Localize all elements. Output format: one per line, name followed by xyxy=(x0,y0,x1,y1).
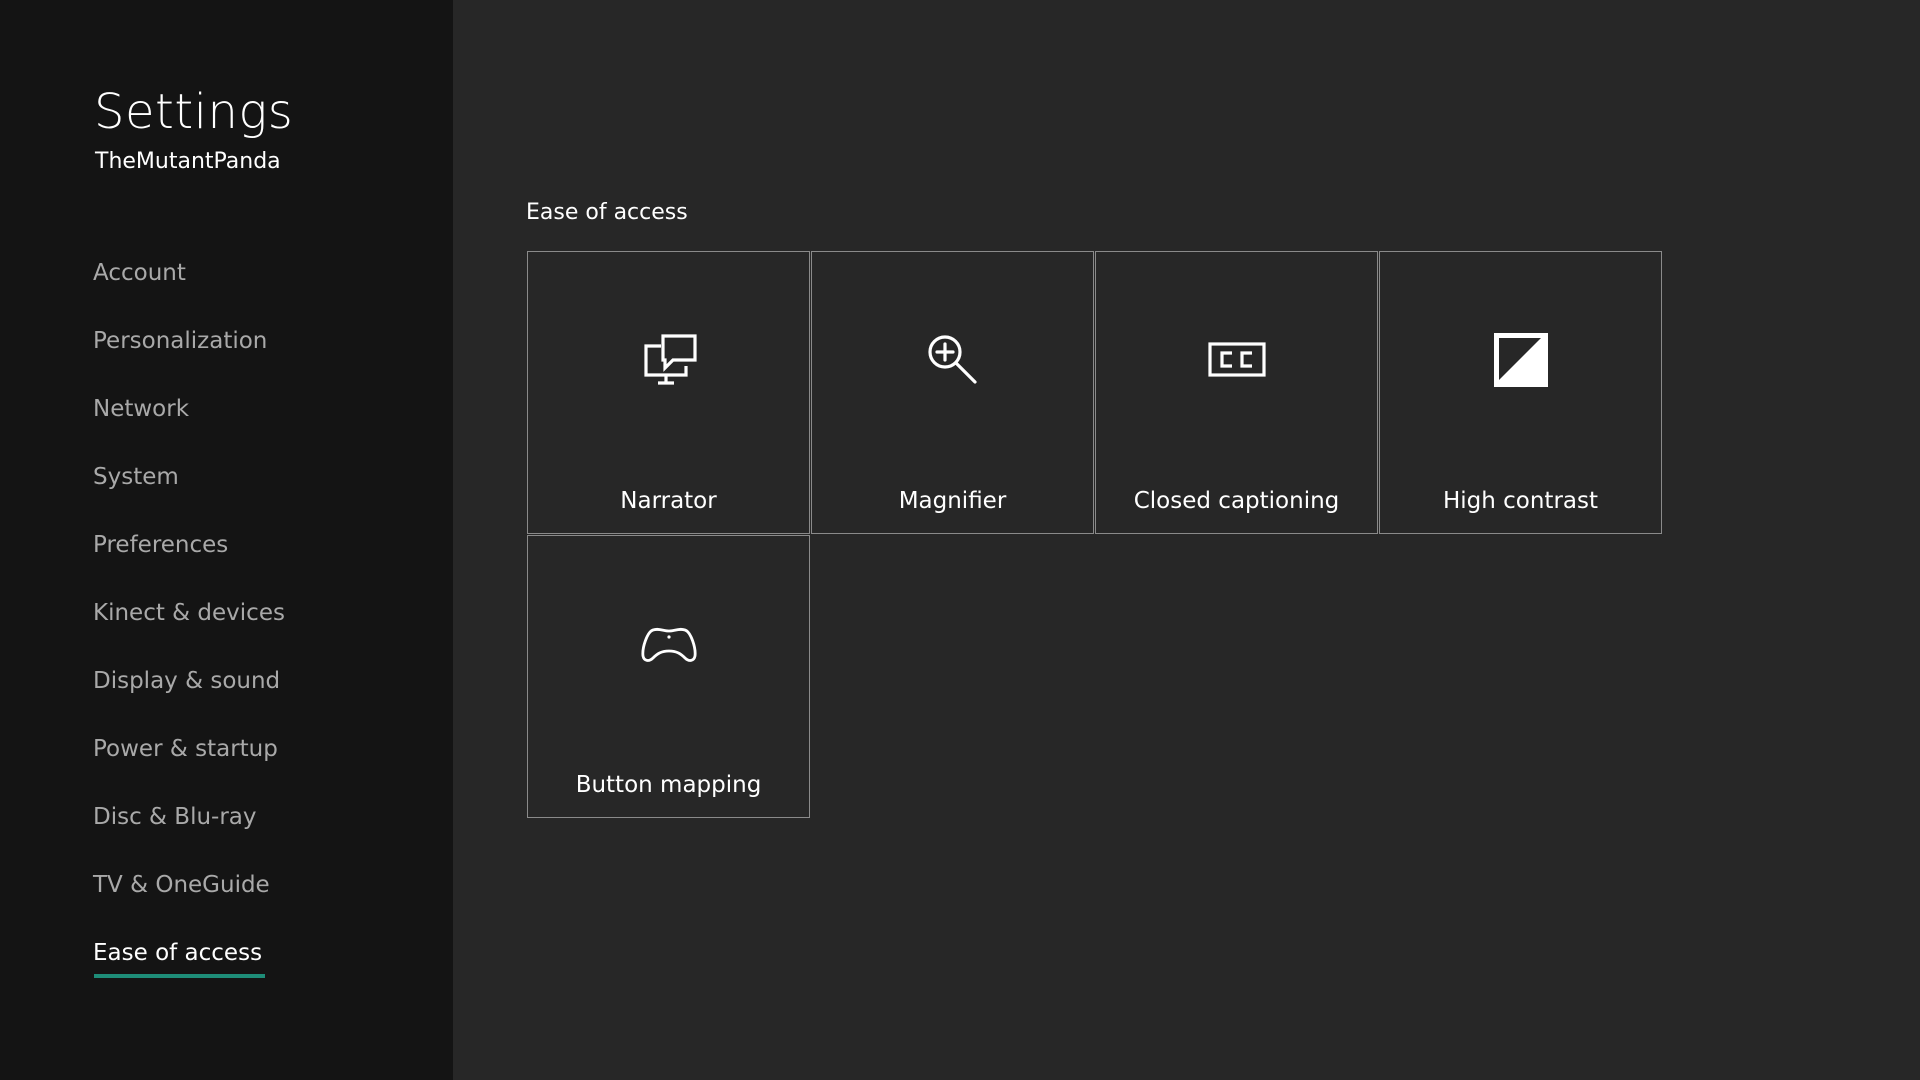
tile-label: Magnifier xyxy=(898,488,1007,514)
tile-label: Closed captioning xyxy=(1133,488,1340,514)
high-contrast-icon xyxy=(1491,330,1551,390)
tile-label: Narrator xyxy=(620,488,717,514)
sidebar-item-ease-of-access[interactable]: Ease of access xyxy=(93,936,285,1004)
narrator-icon xyxy=(639,330,699,390)
sidebar-item-label: Preferences xyxy=(93,532,229,558)
controller-icon xyxy=(639,614,699,674)
sidebar-item-label: Account xyxy=(93,260,186,286)
high-contrast-tile[interactable]: High contrast xyxy=(1379,251,1662,534)
sidebar-item-label: Personalization xyxy=(93,328,268,354)
sidebar-item-label: TV & OneGuide xyxy=(93,872,270,898)
sidebar-item-network[interactable]: Network xyxy=(93,392,285,460)
sidebar-item-label: System xyxy=(93,464,179,490)
sidebar-item-account[interactable]: Account xyxy=(93,256,285,324)
sidebar-item-label: Display & sound xyxy=(93,668,281,694)
sidebar-item-preferences[interactable]: Preferences xyxy=(93,528,285,596)
closed-captioning-icon xyxy=(1207,330,1267,390)
button-mapping-tile[interactable]: Button mapping xyxy=(527,535,810,818)
sidebar-item-power-startup[interactable]: Power & startup xyxy=(93,732,285,800)
sidebar: Settings TheMutantPanda Account Personal… xyxy=(0,0,453,1080)
sidebar-item-disc-bluray[interactable]: Disc & Blu-ray xyxy=(93,800,285,868)
section-heading: Ease of access xyxy=(526,200,688,225)
closed-captioning-tile[interactable]: Closed captioning xyxy=(1095,251,1378,534)
tile-label: High contrast xyxy=(1442,488,1599,514)
sidebar-item-label: Network xyxy=(93,396,190,422)
gamertag: TheMutantPanda xyxy=(95,149,281,174)
ease-of-access-grid: Narrator Magnifier Closed captioning Hig… xyxy=(527,251,1664,820)
sidebar-item-personalization[interactable]: Personalization xyxy=(93,324,285,392)
sidebar-item-display-sound[interactable]: Display & sound xyxy=(93,664,285,732)
sidebar-item-tv-oneguide[interactable]: TV & OneGuide xyxy=(93,868,285,936)
sidebar-item-label: Power & startup xyxy=(93,736,278,762)
page-title: Settings xyxy=(94,84,294,140)
narrator-tile[interactable]: Narrator xyxy=(527,251,810,534)
settings-screen: Settings TheMutantPanda Account Personal… xyxy=(0,0,1920,1080)
tile-label: Button mapping xyxy=(575,772,762,798)
sidebar-item-label: Disc & Blu-ray xyxy=(93,804,257,830)
sidebar-item-kinect-devices[interactable]: Kinect & devices xyxy=(93,596,285,664)
sidebar-item-label: Kinect & devices xyxy=(93,600,285,626)
magnifier-icon xyxy=(923,330,983,390)
sidebar-item-system[interactable]: System xyxy=(93,460,285,528)
sidebar-item-label: Ease of access xyxy=(93,936,266,978)
sidebar-nav: Account Personalization Network System P… xyxy=(93,256,285,1004)
magnifier-tile[interactable]: Magnifier xyxy=(811,251,1094,534)
